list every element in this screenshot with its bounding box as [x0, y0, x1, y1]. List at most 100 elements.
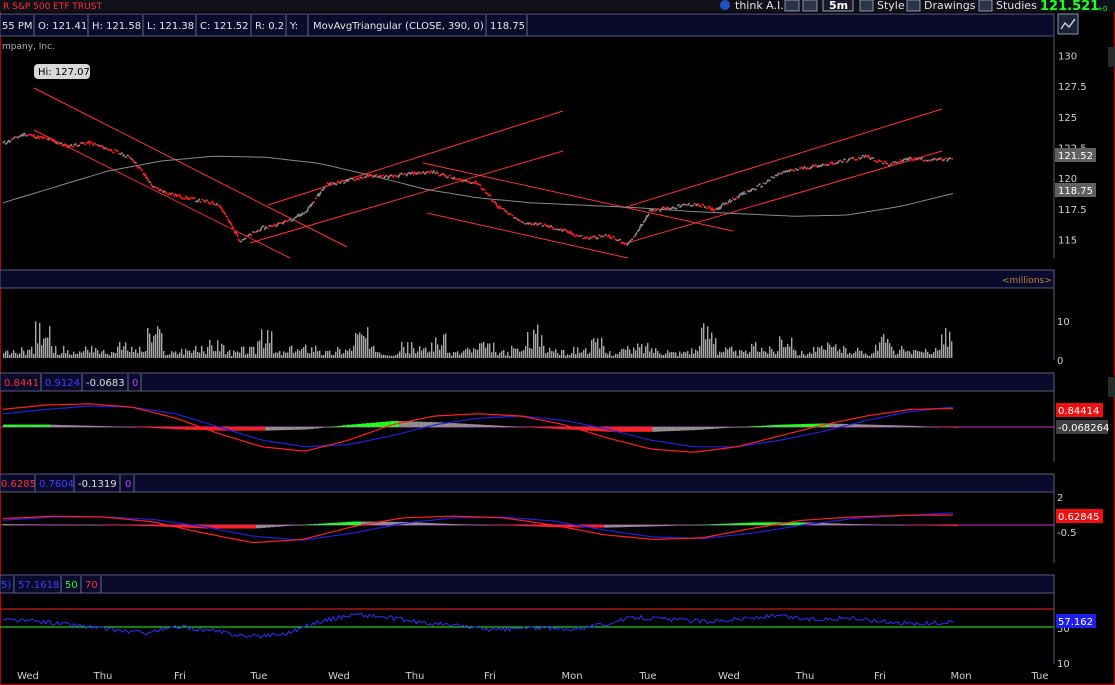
price-segment — [205, 199, 208, 202]
volume-bar — [279, 350, 281, 358]
volume-bar — [877, 350, 879, 358]
volume-bar — [671, 351, 673, 358]
volume-bar — [201, 346, 203, 358]
histogram-bar — [31, 424, 37, 427]
histogram-bar — [657, 427, 662, 432]
volume-bar — [455, 352, 457, 358]
histogram-bar — [270, 427, 276, 431]
volume-bar — [651, 348, 653, 358]
volume-bar — [865, 353, 867, 358]
volume-bar — [221, 343, 223, 358]
price-segment — [10, 138, 14, 141]
histogram-bar — [914, 426, 920, 427]
price-segment — [130, 157, 133, 161]
histogram-bar — [833, 523, 839, 525]
scroll-handle[interactable] — [1108, 47, 1115, 67]
volume-bar — [431, 342, 433, 358]
price-segment — [600, 235, 603, 238]
volume-bar — [613, 355, 615, 358]
volume-bar — [687, 350, 689, 358]
volume-bar — [841, 352, 843, 358]
volume-bar — [187, 350, 189, 358]
volume-bar — [683, 351, 685, 358]
price-segment — [776, 172, 780, 177]
histogram-bar — [380, 421, 385, 427]
volume-bar — [937, 350, 939, 358]
volume-bar — [69, 354, 71, 358]
volume-bar — [755, 341, 757, 358]
volume-bar — [591, 339, 593, 358]
volume-bar — [873, 352, 875, 358]
volume-bar — [737, 355, 739, 358]
histogram-bar — [93, 524, 99, 526]
price-segment — [364, 174, 369, 179]
volume-bar — [527, 332, 529, 358]
volume-bar — [367, 327, 369, 358]
volume-bar — [863, 354, 865, 358]
histogram-bar — [418, 421, 424, 427]
price-segment — [359, 176, 362, 179]
price-segment — [662, 206, 666, 210]
histogram-bar — [948, 427, 954, 428]
volume-bar — [867, 355, 869, 358]
histogram-bar — [112, 426, 118, 427]
volume-bar — [31, 346, 33, 358]
price-segment — [20, 132, 24, 137]
volume-bar — [495, 351, 497, 358]
volume-bar — [801, 350, 803, 358]
drawing-tool-icon[interactable] — [784, 0, 800, 12]
volume-bar — [571, 353, 573, 358]
volume-bar — [257, 341, 259, 358]
volume-bar — [817, 347, 819, 358]
price-segment — [634, 231, 638, 237]
volume-bar — [501, 351, 503, 358]
volume-bar — [369, 348, 371, 358]
price-segment — [417, 170, 421, 175]
volume-bar — [421, 350, 423, 358]
volume-bar — [411, 341, 413, 358]
volume-bar — [643, 353, 645, 358]
histogram-bar — [294, 427, 300, 430]
volume-bar — [381, 354, 383, 358]
volume-bar — [81, 352, 83, 358]
volume-bar — [229, 349, 231, 358]
price-segment — [393, 174, 397, 178]
studies-button[interactable]: Studies — [978, 0, 1037, 12]
price-segment — [124, 155, 127, 159]
price-segment — [150, 183, 154, 189]
volume-bar — [23, 350, 25, 358]
price-segment — [891, 160, 895, 165]
timeframe-button[interactable]: 5m — [822, 0, 854, 12]
volume-units: <millions> — [1002, 276, 1052, 286]
study-value: 118.75 — [490, 21, 525, 32]
trading-chart[interactable]: R S&P 500 ETF TRUST think A.I. 5m Style … — [0, 0, 1115, 685]
histogram-bar — [499, 425, 505, 427]
volume-bar — [127, 350, 129, 358]
price-segment — [340, 179, 344, 182]
volume-bar — [101, 351, 103, 358]
volume-bar — [289, 346, 291, 358]
volume-bar — [239, 352, 241, 358]
volume-bar — [29, 349, 31, 358]
scroll-handle[interactable] — [1108, 377, 1115, 397]
volume-bar — [129, 352, 131, 358]
volume-bar — [461, 352, 463, 358]
price-range: R: 0.2 — [255, 21, 284, 32]
histogram-bar — [351, 424, 357, 427]
histogram-bar — [475, 424, 481, 427]
chart-settings-button[interactable] — [1057, 13, 1079, 35]
volume-bar — [25, 354, 27, 358]
volume-bar — [397, 353, 399, 358]
drawings-button[interactable]: Drawings — [906, 0, 976, 12]
price-segment — [209, 202, 213, 206]
volume-bar — [715, 338, 717, 358]
histogram-bar — [618, 427, 624, 432]
crosshair-icon[interactable] — [802, 0, 818, 12]
volume-bar — [869, 355, 871, 358]
volume-bar — [265, 343, 267, 358]
volume-bar — [319, 350, 321, 358]
histogram-bar — [867, 424, 872, 427]
histogram-bar — [509, 525, 514, 526]
style-button[interactable]: Style — [859, 0, 905, 12]
histogram-bar — [924, 525, 930, 526]
